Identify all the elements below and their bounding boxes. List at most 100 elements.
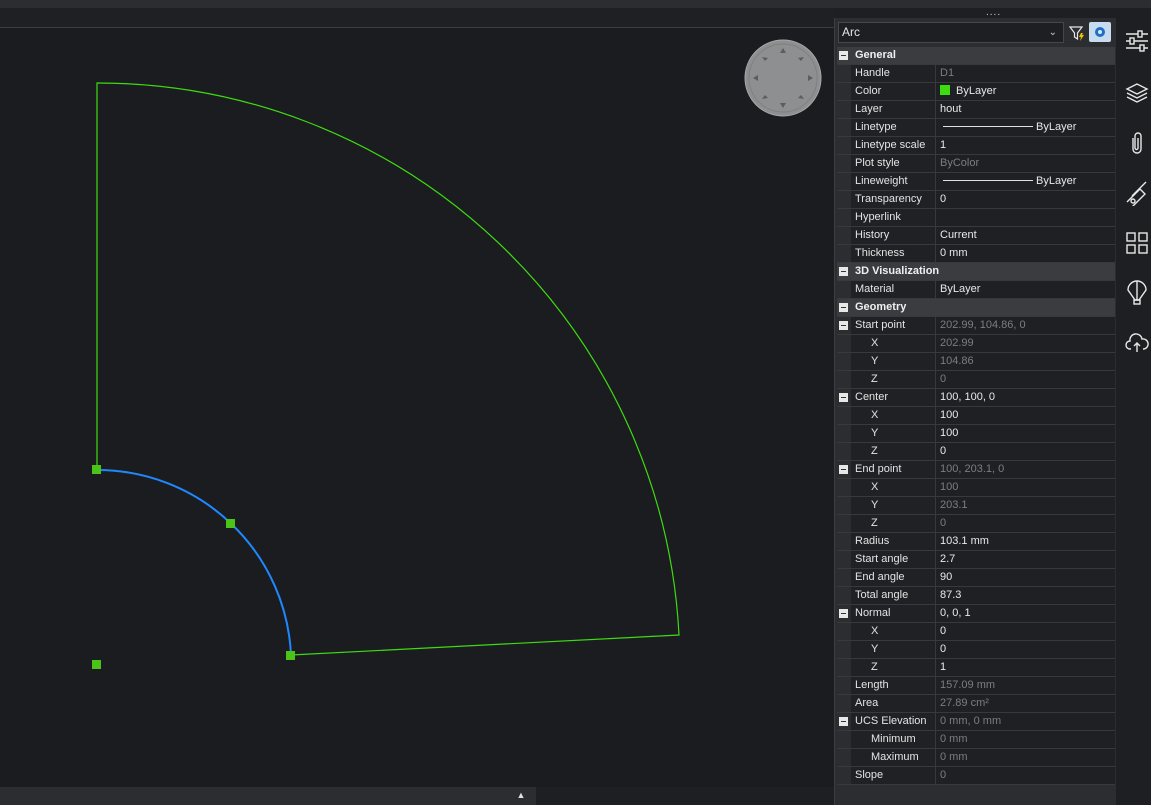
property-value[interactable]: 0 xyxy=(936,623,1115,640)
category-geometry[interactable]: Geometry xyxy=(837,299,1115,317)
property-row-history[interactable]: History Current xyxy=(837,227,1115,245)
toggle-visibility-icon[interactable] xyxy=(1089,22,1111,42)
property-value[interactable] xyxy=(936,209,1115,226)
collapse-icon[interactable] xyxy=(839,465,848,474)
property-value[interactable]: 87.3 xyxy=(936,587,1115,604)
property-name: Total angle xyxy=(851,587,936,604)
property-row-center-x[interactable]: X 100 xyxy=(837,407,1115,425)
collapse-icon[interactable] xyxy=(839,267,848,276)
property-row-material[interactable]: Material ByLayer xyxy=(837,281,1115,299)
horizontal-scrollbar[interactable] xyxy=(0,787,536,805)
property-row-ucs-elevation-maximum[interactable]: Maximum 0 mm xyxy=(837,749,1115,767)
property-row-start-point-y[interactable]: Y 104.86 xyxy=(837,353,1115,371)
sector-outline[interactable] xyxy=(96,82,680,656)
layers-icon[interactable] xyxy=(1124,80,1150,106)
blocks-icon[interactable] xyxy=(1124,230,1150,256)
property-row-start-point-z[interactable]: Z0 xyxy=(837,371,1115,389)
property-row-center[interactable]: Center 100, 100, 0 xyxy=(837,389,1115,407)
property-row-ucs-elevation-minimum[interactable]: Minimum 0 mm xyxy=(837,731,1115,749)
property-value-text: 0, 0, 1 xyxy=(940,607,971,619)
property-value: 202.99 xyxy=(936,335,1115,352)
property-row-slope[interactable]: Slope 0 xyxy=(837,767,1115,785)
drawing-canvas[interactable] xyxy=(0,28,834,787)
collapse-icon[interactable] xyxy=(839,609,848,618)
category-3d-visualization[interactable]: 3D Visualization xyxy=(837,263,1115,281)
collapse-icon[interactable] xyxy=(839,303,848,312)
entity-type-selector[interactable]: Arc ⌄ xyxy=(838,22,1064,43)
property-value[interactable]: hout xyxy=(936,101,1115,118)
property-row-hyperlink[interactable]: Hyperlink xyxy=(837,209,1115,227)
property-row-linetype[interactable]: Linetype ByLayer xyxy=(837,119,1115,137)
property-value[interactable]: 0 mm xyxy=(936,245,1115,262)
property-row-normal-z[interactable]: Z1 xyxy=(837,659,1115,677)
property-value[interactable]: 1 xyxy=(936,137,1115,154)
property-row-normal-y[interactable]: Y0 xyxy=(837,641,1115,659)
property-row-start-point-x[interactable]: X 202.99 xyxy=(837,335,1115,353)
attachments-icon[interactable] xyxy=(1124,130,1150,156)
property-value[interactable]: Current xyxy=(936,227,1115,244)
render-icon[interactable] xyxy=(1124,280,1150,306)
property-value[interactable]: 0, 0, 1 xyxy=(936,605,1115,622)
property-value[interactable]: ByLayer xyxy=(936,281,1115,298)
property-row-normal-x[interactable]: X0 xyxy=(837,623,1115,641)
property-row-transparency[interactable]: Transparency 0 xyxy=(837,191,1115,209)
drag-handle[interactable]: .... xyxy=(986,8,1001,18)
property-value-text: 1 xyxy=(940,661,947,673)
property-row-ucs-elevation[interactable]: UCS Elevation 0 mm, 0 mm xyxy=(837,713,1115,731)
property-row-linetype-scale[interactable]: Linetype scale 1 xyxy=(837,137,1115,155)
property-value[interactable]: 1 xyxy=(936,659,1115,676)
property-value[interactable]: 100 xyxy=(936,407,1115,424)
property-row-end-point[interactable]: End point 100, 203.1, 0 xyxy=(837,461,1115,479)
grip-start-point[interactable] xyxy=(286,651,295,660)
property-row-center-y[interactable]: Y 100 xyxy=(837,425,1115,443)
property-row-end-angle[interactable]: End angle 90 xyxy=(837,569,1115,587)
navigation-wheel[interactable] xyxy=(744,39,822,117)
property-value[interactable]: 2.7 xyxy=(936,551,1115,568)
property-row-lineweight[interactable]: Lineweight ByLayer xyxy=(837,173,1115,191)
grip-end-point[interactable] xyxy=(92,465,101,474)
property-row-start-angle[interactable]: Start angle 2.7 xyxy=(837,551,1115,569)
property-row-end-point-y[interactable]: Y 203.1 xyxy=(837,497,1115,515)
property-row-length[interactable]: Length 157.09 mm xyxy=(837,677,1115,695)
collapse-icon[interactable] xyxy=(839,51,848,60)
category-label: General xyxy=(851,47,1115,64)
properties-icon[interactable] xyxy=(1124,28,1150,54)
property-row-handle[interactable]: Handle D1 xyxy=(837,65,1115,83)
property-value[interactable]: 90 xyxy=(936,569,1115,586)
property-row-color[interactable]: Color ByLayer xyxy=(837,83,1115,101)
collapse-icon[interactable] xyxy=(839,393,848,402)
property-row-thickness[interactable]: Thickness 0 mm xyxy=(837,245,1115,263)
property-value[interactable]: 100, 100, 0 xyxy=(936,389,1115,406)
property-value[interactable]: ByLayer xyxy=(936,173,1115,190)
property-name: Z xyxy=(851,515,936,532)
scroll-up-arrow-icon[interactable]: ▲ xyxy=(513,789,529,801)
property-value[interactable]: 0 xyxy=(936,641,1115,658)
property-row-end-point-z[interactable]: Z0 xyxy=(837,515,1115,533)
property-row-plot-style[interactable]: Plot style ByColor xyxy=(837,155,1115,173)
property-value[interactable]: ByLayer xyxy=(936,83,1115,100)
property-value[interactable]: 0 xyxy=(936,443,1115,460)
grip-center-point[interactable] xyxy=(92,660,101,669)
property-row-total-angle[interactable]: Total angle 87.3 xyxy=(837,587,1115,605)
property-row-end-point-x[interactable]: X 100 xyxy=(837,479,1115,497)
draw-order-icon[interactable] xyxy=(1124,180,1150,208)
property-value[interactable]: ByLayer xyxy=(936,119,1115,136)
collapse-icon[interactable] xyxy=(839,321,848,330)
property-value[interactable]: 103.1 mm xyxy=(936,533,1115,550)
property-value: 100, 203.1, 0 xyxy=(936,461,1115,478)
property-row-radius[interactable]: Radius 103.1 mm xyxy=(837,533,1115,551)
property-name: Center xyxy=(851,389,936,406)
property-row-area[interactable]: Area 27.89 cm² xyxy=(837,695,1115,713)
property-row-start-point[interactable]: Start point 202.99, 104.86, 0 xyxy=(837,317,1115,335)
collapse-icon[interactable] xyxy=(839,717,848,726)
property-row-center-z[interactable]: Z0 xyxy=(837,443,1115,461)
property-row-normal[interactable]: Normal 0, 0, 1 xyxy=(837,605,1115,623)
quick-select-filter-icon[interactable] xyxy=(1068,24,1086,42)
property-row-layer[interactable]: Layer hout xyxy=(837,101,1115,119)
selected-arc[interactable] xyxy=(96,468,292,656)
property-value[interactable]: 100 xyxy=(936,425,1115,442)
property-value[interactable]: 0 xyxy=(936,191,1115,208)
category-general[interactable]: General xyxy=(837,47,1115,65)
grip-mid-point[interactable] xyxy=(226,519,235,528)
cloud-upload-icon[interactable] xyxy=(1124,330,1150,356)
